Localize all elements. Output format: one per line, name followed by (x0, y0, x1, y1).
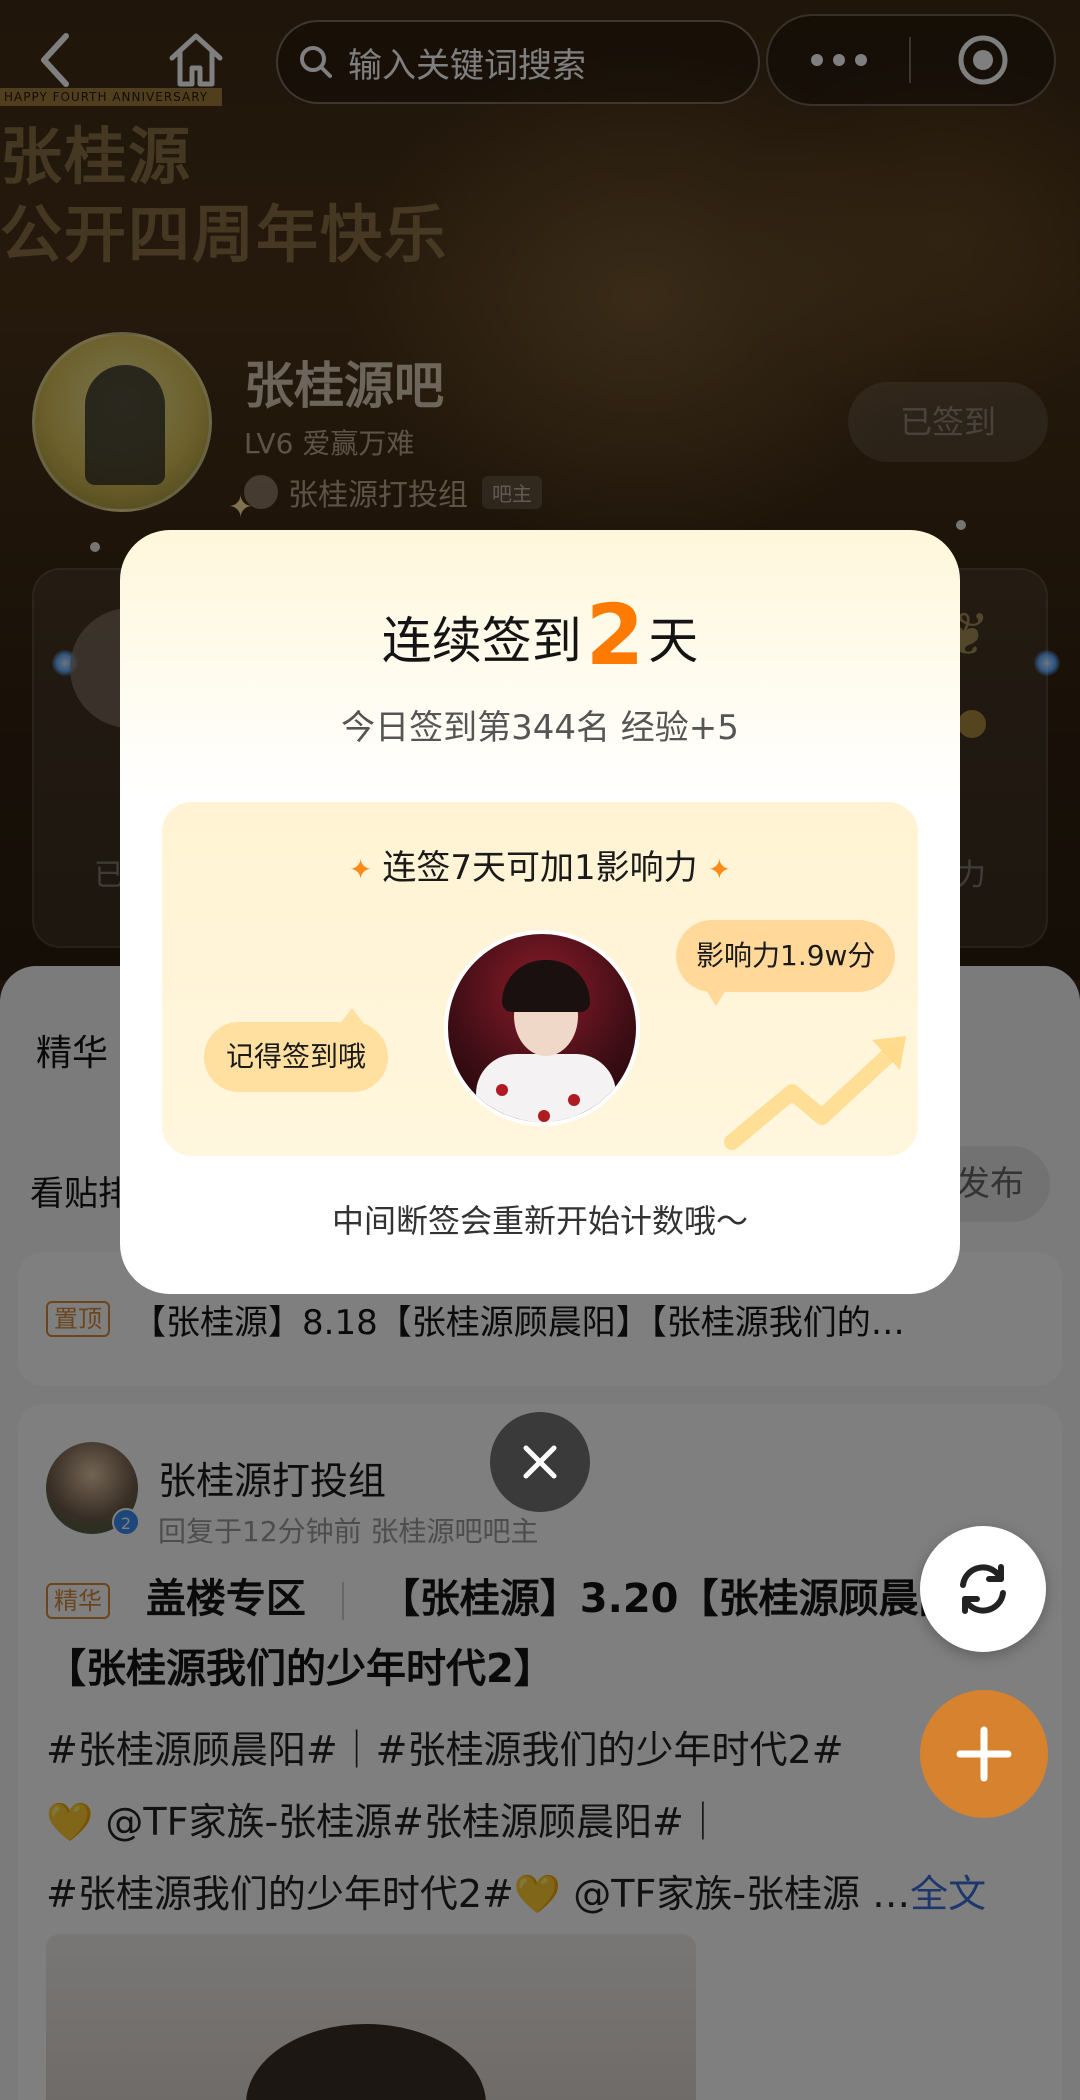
streak-days: 2 (585, 586, 645, 684)
bonus-title-text: 连签7天可加1影响力 (382, 848, 698, 888)
add-post-button[interactable] (920, 1690, 1048, 1818)
modal-title-prefix: 连续签到 (381, 612, 582, 670)
modal-note: 中间断签会重新开始计数哦～ (331, 1202, 748, 1240)
sparkle-icon: ✦ (707, 853, 732, 886)
checkin-modal: 连续签到2天 今日签到第344名 经验+5 ✦ 连签7天可加1影响力 ✦ 记得签到哦… (120, 530, 960, 1294)
photo-hair (502, 960, 590, 1012)
modal-subtitle: 今日签到第344名 经验+5 (341, 708, 739, 748)
modal-close-button[interactable] (490, 1412, 590, 1512)
star-photo (444, 930, 640, 1126)
photo-detail (496, 1084, 508, 1096)
plus-icon (956, 1726, 1012, 1782)
photo-detail (538, 1110, 550, 1122)
influence-bubble: 影响力1.9w分 (676, 920, 896, 1006)
modal-title-suffix: 天 (648, 612, 699, 670)
sparkle-icon: ✦ (348, 853, 373, 886)
growth-arrow-icon (724, 1036, 906, 1150)
bonus-title: ✦ 连签7天可加1影响力 ✦ (162, 840, 918, 889)
reminder-bubble: 记得签到哦 (204, 1008, 389, 1092)
modal-title: 连续签到2天 (120, 586, 960, 684)
refresh-icon (960, 1564, 1006, 1614)
refresh-button[interactable] (920, 1526, 1046, 1652)
close-icon (523, 1445, 557, 1479)
bonus-panel: ✦ 连签7天可加1影响力 ✦ 记得签到哦 影响力1.9w分 (162, 802, 918, 1156)
photo-detail (568, 1094, 580, 1106)
